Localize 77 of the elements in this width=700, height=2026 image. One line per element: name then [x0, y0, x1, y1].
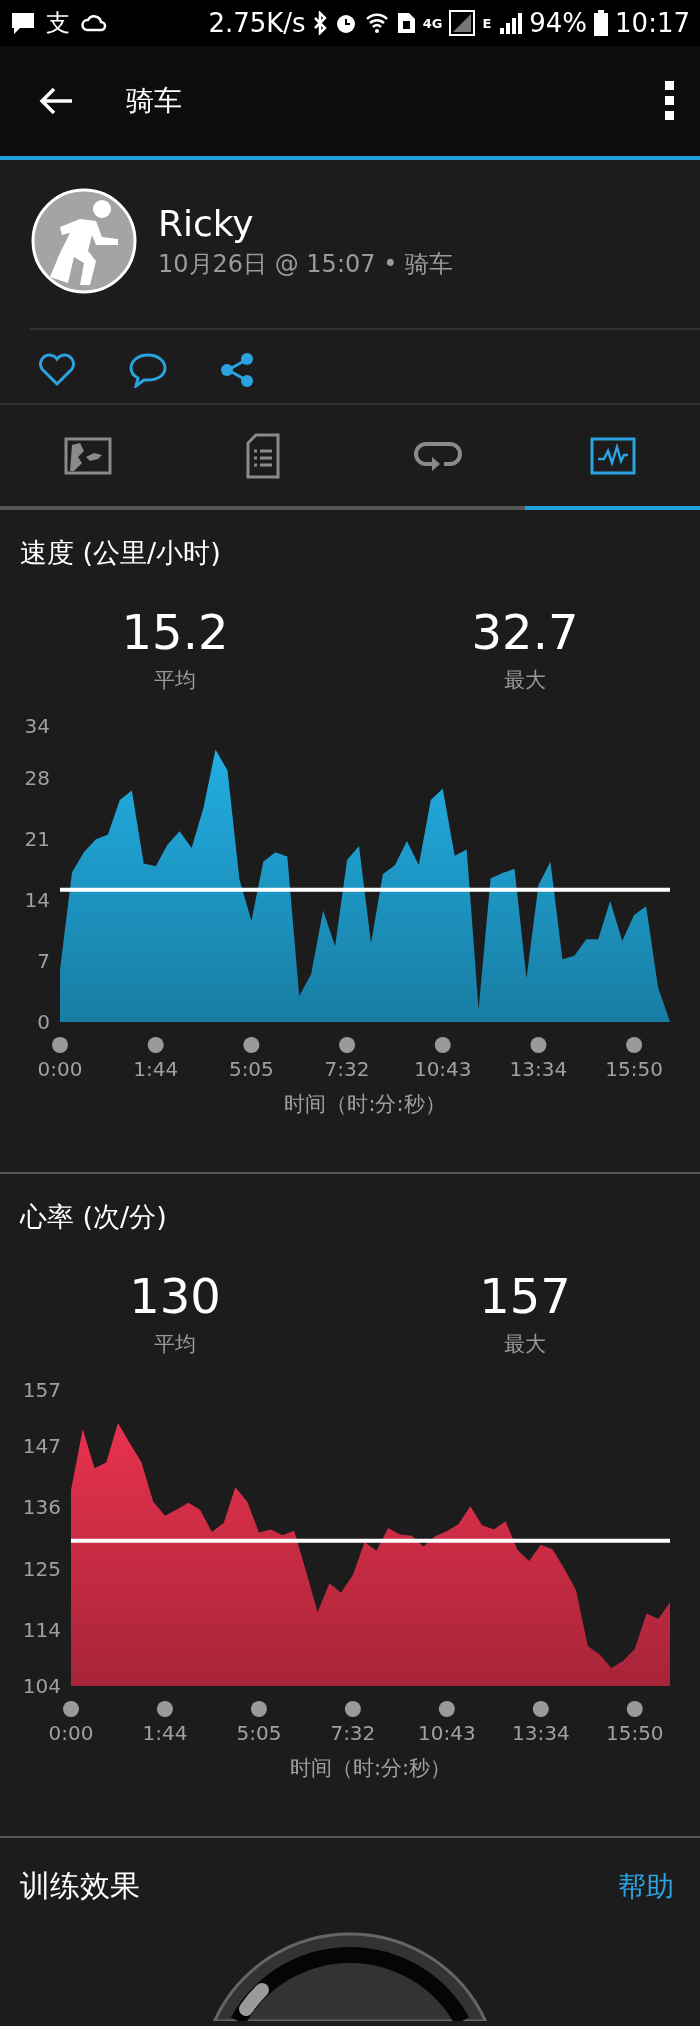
stat-value: 157 [479, 1267, 571, 1325]
axis-label: 34 [24, 714, 50, 738]
activity-meta: 10月26日 @ 15:07 • 骑车 [158, 248, 453, 280]
back-arrow-icon [38, 86, 74, 116]
stat-label: 最大 [504, 1331, 546, 1357]
axis-title: 时间（时:分:秒） [289, 1756, 452, 1780]
axis-label: 1:44 [133, 1057, 179, 1081]
axis-label: 28 [24, 766, 50, 791]
axis-dot [156, 1701, 173, 1717]
axis-label: 15:50 [605, 1721, 664, 1745]
axis-dot [250, 1701, 267, 1717]
net-speed: 2.75K/s [208, 8, 306, 38]
axis-label: 7:32 [324, 1057, 370, 1081]
help-link[interactable]: 帮助 [618, 1867, 674, 1906]
axis-label: 157 [22, 1378, 61, 1402]
notification-glyph: 支 [46, 8, 70, 39]
axis-title: 时间（时:分:秒） [284, 1092, 446, 1116]
axis-dot [530, 1037, 547, 1053]
battery-icon [594, 10, 609, 36]
stat-label: 平均 [154, 1331, 196, 1357]
stat-label: 平均 [154, 667, 196, 693]
axis-label: 7:32 [330, 1721, 376, 1745]
sim-icon [395, 12, 416, 34]
axis-label: 114 [22, 1618, 61, 1643]
section-title: 训练效果 [20, 1867, 140, 1905]
axis-label: 13:34 [512, 1721, 570, 1745]
axis-label: 21 [24, 827, 50, 852]
axis-dot [344, 1701, 361, 1717]
axis-label: 1:44 [142, 1721, 188, 1745]
axis-label: 147 [22, 1433, 61, 1458]
athlete-name: Ricky [158, 202, 255, 244]
axis-label: 136 [22, 1495, 61, 1520]
stat-value: 32.7 [471, 603, 579, 661]
battery-level: 94% [529, 8, 588, 38]
section-title: 速度 (公里/小时) [19, 536, 222, 570]
signal-icon [498, 12, 523, 34]
axis-dot [339, 1037, 356, 1053]
stat-value: 15.2 [121, 603, 229, 661]
axis-label: 125 [22, 1556, 61, 1581]
axis-label: 0 [37, 1010, 50, 1034]
avatar-icon [30, 187, 138, 295]
map-icon [63, 436, 112, 475]
axis-dot [243, 1037, 260, 1053]
bluetooth-icon [312, 11, 327, 35]
clock: 10:17 [615, 8, 690, 38]
network-type: 4G [422, 15, 443, 31]
cloud-icon [80, 12, 108, 34]
signal-icon [449, 10, 476, 36]
more-icon [664, 80, 676, 122]
data-mode: E [482, 15, 492, 31]
stat-label: 最大 [504, 667, 546, 693]
wifi-icon [364, 11, 389, 35]
axis-dot [63, 1701, 79, 1717]
axis-label: 14 [24, 888, 50, 913]
axis-label: 0:00 [48, 1721, 94, 1745]
axis-label: 0:00 [37, 1057, 83, 1081]
axis-label: 15:50 [605, 1057, 663, 1081]
pulse-chart-icon [589, 436, 636, 475]
axis-label: 5:05 [236, 1721, 282, 1745]
axis-label: 104 [22, 1674, 61, 1698]
page-title: 骑车 [126, 83, 183, 119]
axis-dot [626, 1701, 643, 1717]
document-icon [245, 432, 280, 479]
axis-label: 13:34 [509, 1057, 568, 1081]
axis-label: 10:43 [418, 1721, 476, 1745]
axis-dot [532, 1701, 549, 1717]
axis-label: 5:05 [228, 1057, 274, 1081]
section-title: 心率 (次/分) [18, 1200, 168, 1234]
axis-label: 10:43 [413, 1057, 472, 1081]
axis-dot [147, 1037, 164, 1053]
axis-dot [52, 1037, 68, 1053]
axis-dot [434, 1037, 451, 1053]
axis-dot [626, 1037, 643, 1053]
axis-label: 7 [37, 949, 50, 974]
stat-value: 130 [129, 1267, 221, 1325]
message-icon [10, 11, 36, 35]
axis-dot [438, 1701, 455, 1717]
